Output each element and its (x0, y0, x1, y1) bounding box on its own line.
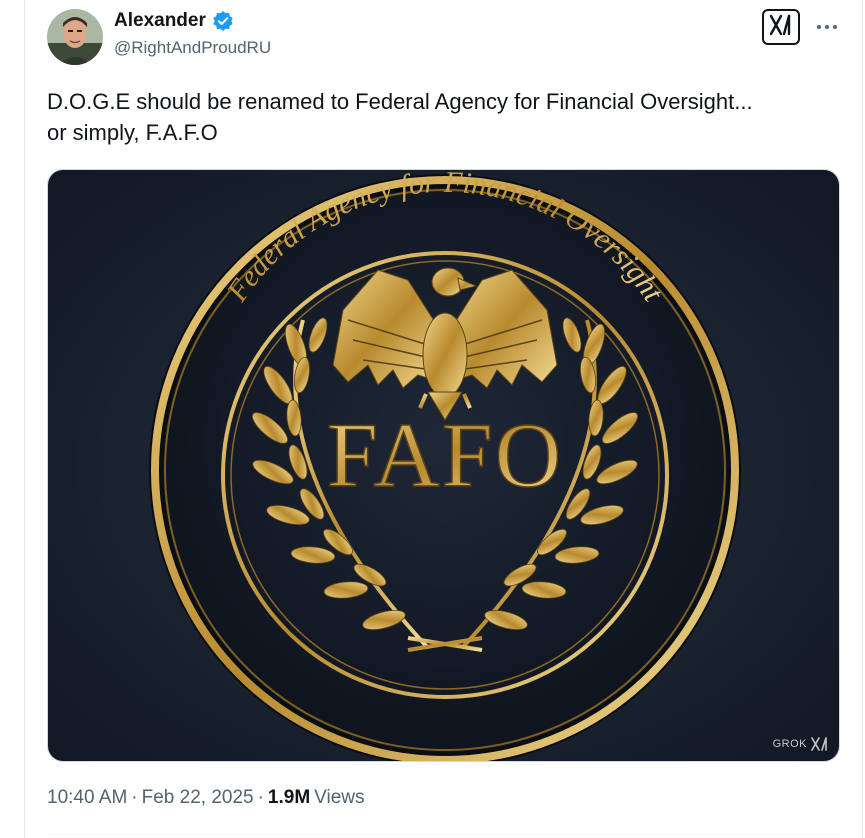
more-options-button[interactable] (812, 14, 842, 38)
views-label: Views (314, 787, 365, 808)
grok-watermark-icon (811, 737, 827, 751)
grok-icon (769, 14, 793, 41)
tweet-text-line-1: D.O.G.E should be renamed to Federal Age… (47, 89, 753, 114)
verified-badge-icon (212, 10, 234, 32)
meta-separator: · (257, 787, 264, 808)
meta-separator: · (131, 787, 138, 808)
tweet-text-line-2: or simply, F.A.F.O (47, 120, 218, 145)
views-count: 1.9M (267, 787, 311, 808)
author-avatar[interactable] (47, 9, 103, 65)
divider (48, 834, 840, 835)
timeline-border-right (862, 0, 863, 838)
tweet-text: D.O.G.E should be renamed to Federal Age… (47, 86, 837, 148)
author-display-name[interactable]: Alexander (114, 10, 206, 32)
grok-button[interactable] (762, 9, 800, 45)
more-options-icon (816, 17, 838, 35)
author-handle[interactable]: @RightAndProudRU (114, 38, 271, 58)
tweet-image[interactable]: Federal Agency for Financial Oversight F… (47, 169, 840, 762)
tweet-metadata: 10:40 AM · Feb 22, 2025 · 1.9M Views (47, 787, 365, 809)
grok-watermark: GROK (773, 737, 829, 751)
tweet-time[interactable]: 10:40 AM (47, 787, 127, 809)
coin-center-text: FAFO (327, 404, 563, 506)
grok-watermark-text: GROK (772, 738, 807, 750)
tweet-date[interactable]: Feb 22, 2025 (142, 787, 254, 809)
timeline-border-left (24, 0, 25, 838)
